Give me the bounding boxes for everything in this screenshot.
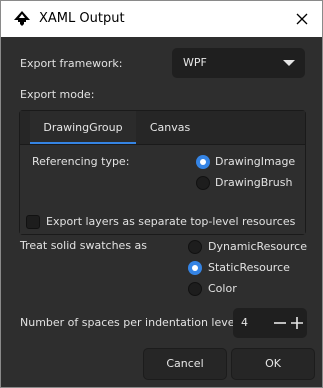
cancel-button[interactable]: Cancel bbox=[143, 348, 227, 380]
radio-dynamicresource[interactable] bbox=[188, 240, 202, 254]
minus-icon[interactable] bbox=[273, 316, 287, 330]
radio-drawingbrush[interactable] bbox=[196, 176, 210, 190]
xaml-output-dialog: XAML Output Export framework: WPF Export… bbox=[0, 0, 323, 388]
title-bar: XAML Output bbox=[1, 1, 322, 37]
indentation-label: Number of spaces per indentation level: bbox=[20, 316, 242, 329]
radio-dynamicresource-label[interactable]: DynamicResource bbox=[208, 240, 307, 254]
radio-color[interactable] bbox=[188, 282, 202, 296]
export-framework-label: Export framework: bbox=[20, 57, 123, 70]
dialog-content: Export framework: WPF Export mode: Drawi… bbox=[1, 37, 322, 387]
ok-button[interactable]: OK bbox=[231, 348, 315, 380]
inkscape-icon bbox=[13, 10, 31, 28]
tab-drawinggroup[interactable]: DrawingGroup bbox=[30, 111, 136, 144]
radio-drawingimage[interactable] bbox=[196, 155, 210, 169]
export-layers-checkbox[interactable] bbox=[26, 215, 40, 229]
referencing-type-label: Referencing type: bbox=[32, 155, 130, 168]
radio-drawingimage-label[interactable]: DrawingImage bbox=[215, 155, 295, 169]
radio-staticresource[interactable] bbox=[188, 261, 202, 275]
export-mode-label: Export mode: bbox=[20, 88, 95, 101]
chevron-down-icon bbox=[283, 60, 295, 66]
treat-swatches-label: Treat solid swatches as bbox=[20, 239, 148, 252]
indentation-spinbutton[interactable]: 4 bbox=[233, 308, 307, 338]
indentation-value[interactable]: 4 bbox=[241, 316, 248, 329]
close-icon bbox=[296, 10, 308, 29]
window-title: XAML Output bbox=[39, 11, 125, 26]
tab-canvas[interactable]: Canvas bbox=[139, 111, 201, 144]
export-layers-label[interactable]: Export layers as separate top-level reso… bbox=[46, 215, 295, 229]
tab-bar: DrawingGroup Canvas bbox=[20, 111, 305, 144]
radio-staticresource-label[interactable]: StaticResource bbox=[208, 261, 290, 275]
export-framework-dropdown[interactable]: WPF bbox=[172, 48, 305, 78]
radio-color-label[interactable]: Color bbox=[208, 282, 237, 296]
plus-icon[interactable] bbox=[290, 316, 304, 330]
close-button[interactable] bbox=[288, 7, 316, 31]
radio-drawingbrush-label[interactable]: DrawingBrush bbox=[215, 176, 292, 190]
export-framework-value: WPF bbox=[183, 56, 207, 69]
